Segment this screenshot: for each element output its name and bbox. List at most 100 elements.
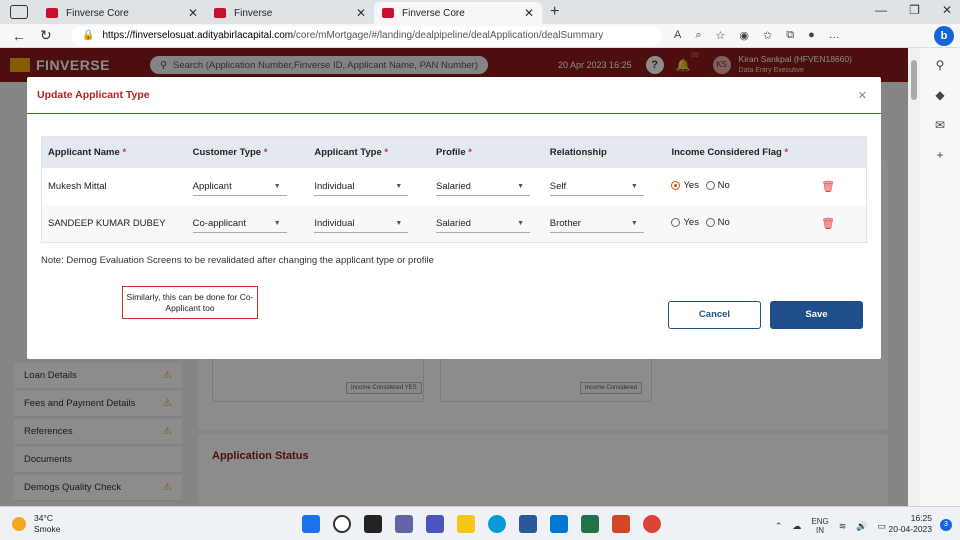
wifi-icon[interactable]: ≋ — [839, 521, 847, 532]
read-aloud-icon[interactable]: A — [674, 29, 681, 42]
relationship-select[interactable]: Self ▼ — [549, 178, 644, 196]
language-indicator[interactable]: ENG IN — [811, 517, 828, 535]
address-bar: ← ↻ 🔒 https://finverselosuat.adityabirla… — [0, 24, 960, 48]
tab-actions-icon[interactable] — [10, 5, 28, 19]
add-icon[interactable]: + — [936, 148, 943, 162]
weather-icon — [12, 517, 26, 531]
close-tab-icon[interactable]: ✕ — [356, 6, 366, 20]
file-explorer-icon[interactable] — [457, 515, 475, 533]
task-view-icon[interactable] — [364, 515, 382, 533]
close-tab-icon[interactable]: ✕ — [524, 6, 534, 20]
column-header: Profile * — [436, 147, 472, 158]
weather-widget[interactable]: 34°C Smoke — [12, 513, 60, 535]
outlook-icon[interactable] — [550, 515, 568, 533]
applicant-name: SANDEEP KUMAR DUBEY — [48, 218, 166, 229]
browser-tabbar: Finverse Core ✕ Finverse ✕ Finverse Core… — [0, 0, 960, 24]
window-controls: — ❐ ✕ — [875, 3, 952, 17]
income-flag-no-radio[interactable]: No — [705, 217, 730, 228]
favorites-icon[interactable]: ✩ — [763, 29, 772, 42]
applicant-grid: Applicant Name * Customer Type * Applica… — [41, 136, 867, 243]
clock-date: 20-04-2023 — [888, 524, 932, 534]
system-tray: ⌃ ☁ ENG IN ≋ 🔊 ▭ — [775, 517, 886, 535]
title-divider — [27, 113, 881, 114]
table-row: SANDEEP KUMAR DUBEY Co-applicant ▼ Indivi… — [42, 205, 866, 242]
url-field[interactable]: 🔒 https://finverselosuat.adityabirlacapi… — [72, 25, 662, 46]
teams-icon[interactable] — [426, 515, 444, 533]
chat-icon[interactable] — [395, 515, 413, 533]
new-tab-icon[interactable]: + — [550, 3, 559, 21]
edge-sidebar: ⚲ ◆ ✉ + — [920, 48, 960, 506]
close-icon[interactable]: ✕ — [858, 89, 867, 102]
chevron-up-icon[interactable]: ⌃ — [775, 521, 783, 532]
restore-icon[interactable]: ❐ — [909, 3, 920, 17]
system-clock[interactable]: 16:25 20-04-2023 — [889, 513, 932, 535]
search-icon[interactable]: ⚲ — [936, 58, 945, 72]
income-flag-radios: Yes No — [665, 217, 803, 230]
relationship-select[interactable]: Brother ▼ — [549, 215, 644, 233]
grid-header: Applicant Name * Customer Type * Applica… — [42, 137, 866, 168]
refresh-icon[interactable]: ↻ — [40, 27, 56, 44]
applicant-name: Mukesh Mittal — [48, 181, 107, 192]
income-flag-no-radio[interactable]: No — [705, 180, 730, 191]
chevron-down-icon: ▼ — [395, 182, 403, 190]
finverse-favicon-icon — [46, 8, 58, 18]
extension-icon[interactable]: ◉ — [739, 29, 749, 42]
notification-badge[interactable]: 3 — [940, 519, 952, 531]
taskbar-apps — [302, 515, 661, 533]
income-flag-yes-radio[interactable]: Yes — [671, 217, 699, 228]
customer-type-select[interactable]: Co-applicant ▼ — [192, 215, 287, 233]
onedrive-icon[interactable]: ☁ — [792, 521, 801, 532]
battery-icon[interactable]: ▭ — [877, 521, 886, 532]
favorite-add-icon[interactable]: ☆ — [716, 29, 726, 42]
volume-icon[interactable]: 🔊 — [856, 521, 867, 532]
shopping-icon[interactable]: ◆ — [935, 88, 944, 102]
powerpoint-icon[interactable] — [612, 515, 630, 533]
scrollbar-thumb[interactable] — [911, 60, 917, 100]
bing-icon[interactable]: b — [934, 26, 954, 46]
applicant-type-select[interactable]: Individual ▼ — [314, 178, 409, 196]
annotation-callout: Similarly, this can be done for Co-Appli… — [122, 286, 258, 319]
outlook-icon[interactable]: ✉ — [935, 118, 945, 132]
page-scrollbar[interactable] — [908, 48, 920, 506]
column-header: Applicant Name * — [48, 147, 127, 158]
table-row: Mukesh Mittal Applicant ▼ Individual ▼ Sal… — [42, 168, 866, 205]
collections-icon[interactable]: ⧉ — [786, 29, 794, 42]
store-icon[interactable] — [519, 515, 537, 533]
chevron-down-icon: ▼ — [517, 182, 525, 190]
excel-icon[interactable] — [581, 515, 599, 533]
column-header: Relationship — [549, 147, 607, 158]
applicant-type-select[interactable]: Individual ▼ — [314, 215, 409, 233]
lock-icon: 🔒 — [82, 30, 95, 41]
clock-time: 16:25 — [910, 513, 932, 523]
chevron-down-icon: ▼ — [273, 219, 281, 227]
browser-tab-label: Finverse Core — [402, 7, 465, 19]
search-icon[interactable] — [333, 515, 351, 533]
minimize-icon[interactable]: — — [875, 3, 887, 17]
url-host: https://finverselosuat.adityabirlacapita… — [102, 30, 294, 41]
browser-tab-active[interactable]: Finverse Core ✕ — [374, 2, 542, 24]
cancel-button[interactable]: Cancel — [668, 301, 761, 329]
more-icon[interactable]: … — [829, 29, 840, 42]
browser-tab[interactable]: Finverse Core ✕ — [38, 2, 206, 24]
start-icon[interactable] — [302, 515, 320, 533]
income-flag-yes-radio[interactable]: Yes — [671, 180, 699, 191]
profile-select[interactable]: Salaried ▼ — [436, 178, 531, 196]
delete-icon[interactable]: 🗑 — [809, 181, 835, 193]
delete-icon[interactable]: 🗑 — [809, 218, 835, 230]
profile-icon[interactable]: ● — [808, 29, 815, 42]
edge-icon[interactable] — [488, 515, 506, 533]
chevron-down-icon: ▼ — [395, 219, 403, 227]
column-header: Applicant Type * — [314, 147, 389, 158]
close-window-icon[interactable]: ✕ — [942, 3, 952, 17]
browser-tab[interactable]: Finverse ✕ — [206, 2, 374, 24]
customer-type-select[interactable]: Applicant ▼ — [192, 178, 287, 196]
url-path: /core/mMortgage/#/landing/dealpipeline/d… — [293, 30, 604, 41]
chrome-icon[interactable] — [643, 515, 661, 533]
back-icon[interactable]: ← — [12, 28, 28, 44]
income-flag-radios: Yes No — [665, 180, 803, 193]
profile-select[interactable]: Salaried ▼ — [436, 215, 531, 233]
close-tab-icon[interactable]: ✕ — [188, 6, 198, 20]
zoom-icon[interactable]: ⌕ — [695, 29, 701, 42]
save-button[interactable]: Save — [770, 301, 863, 329]
weather-temp: 34°C — [34, 513, 53, 523]
